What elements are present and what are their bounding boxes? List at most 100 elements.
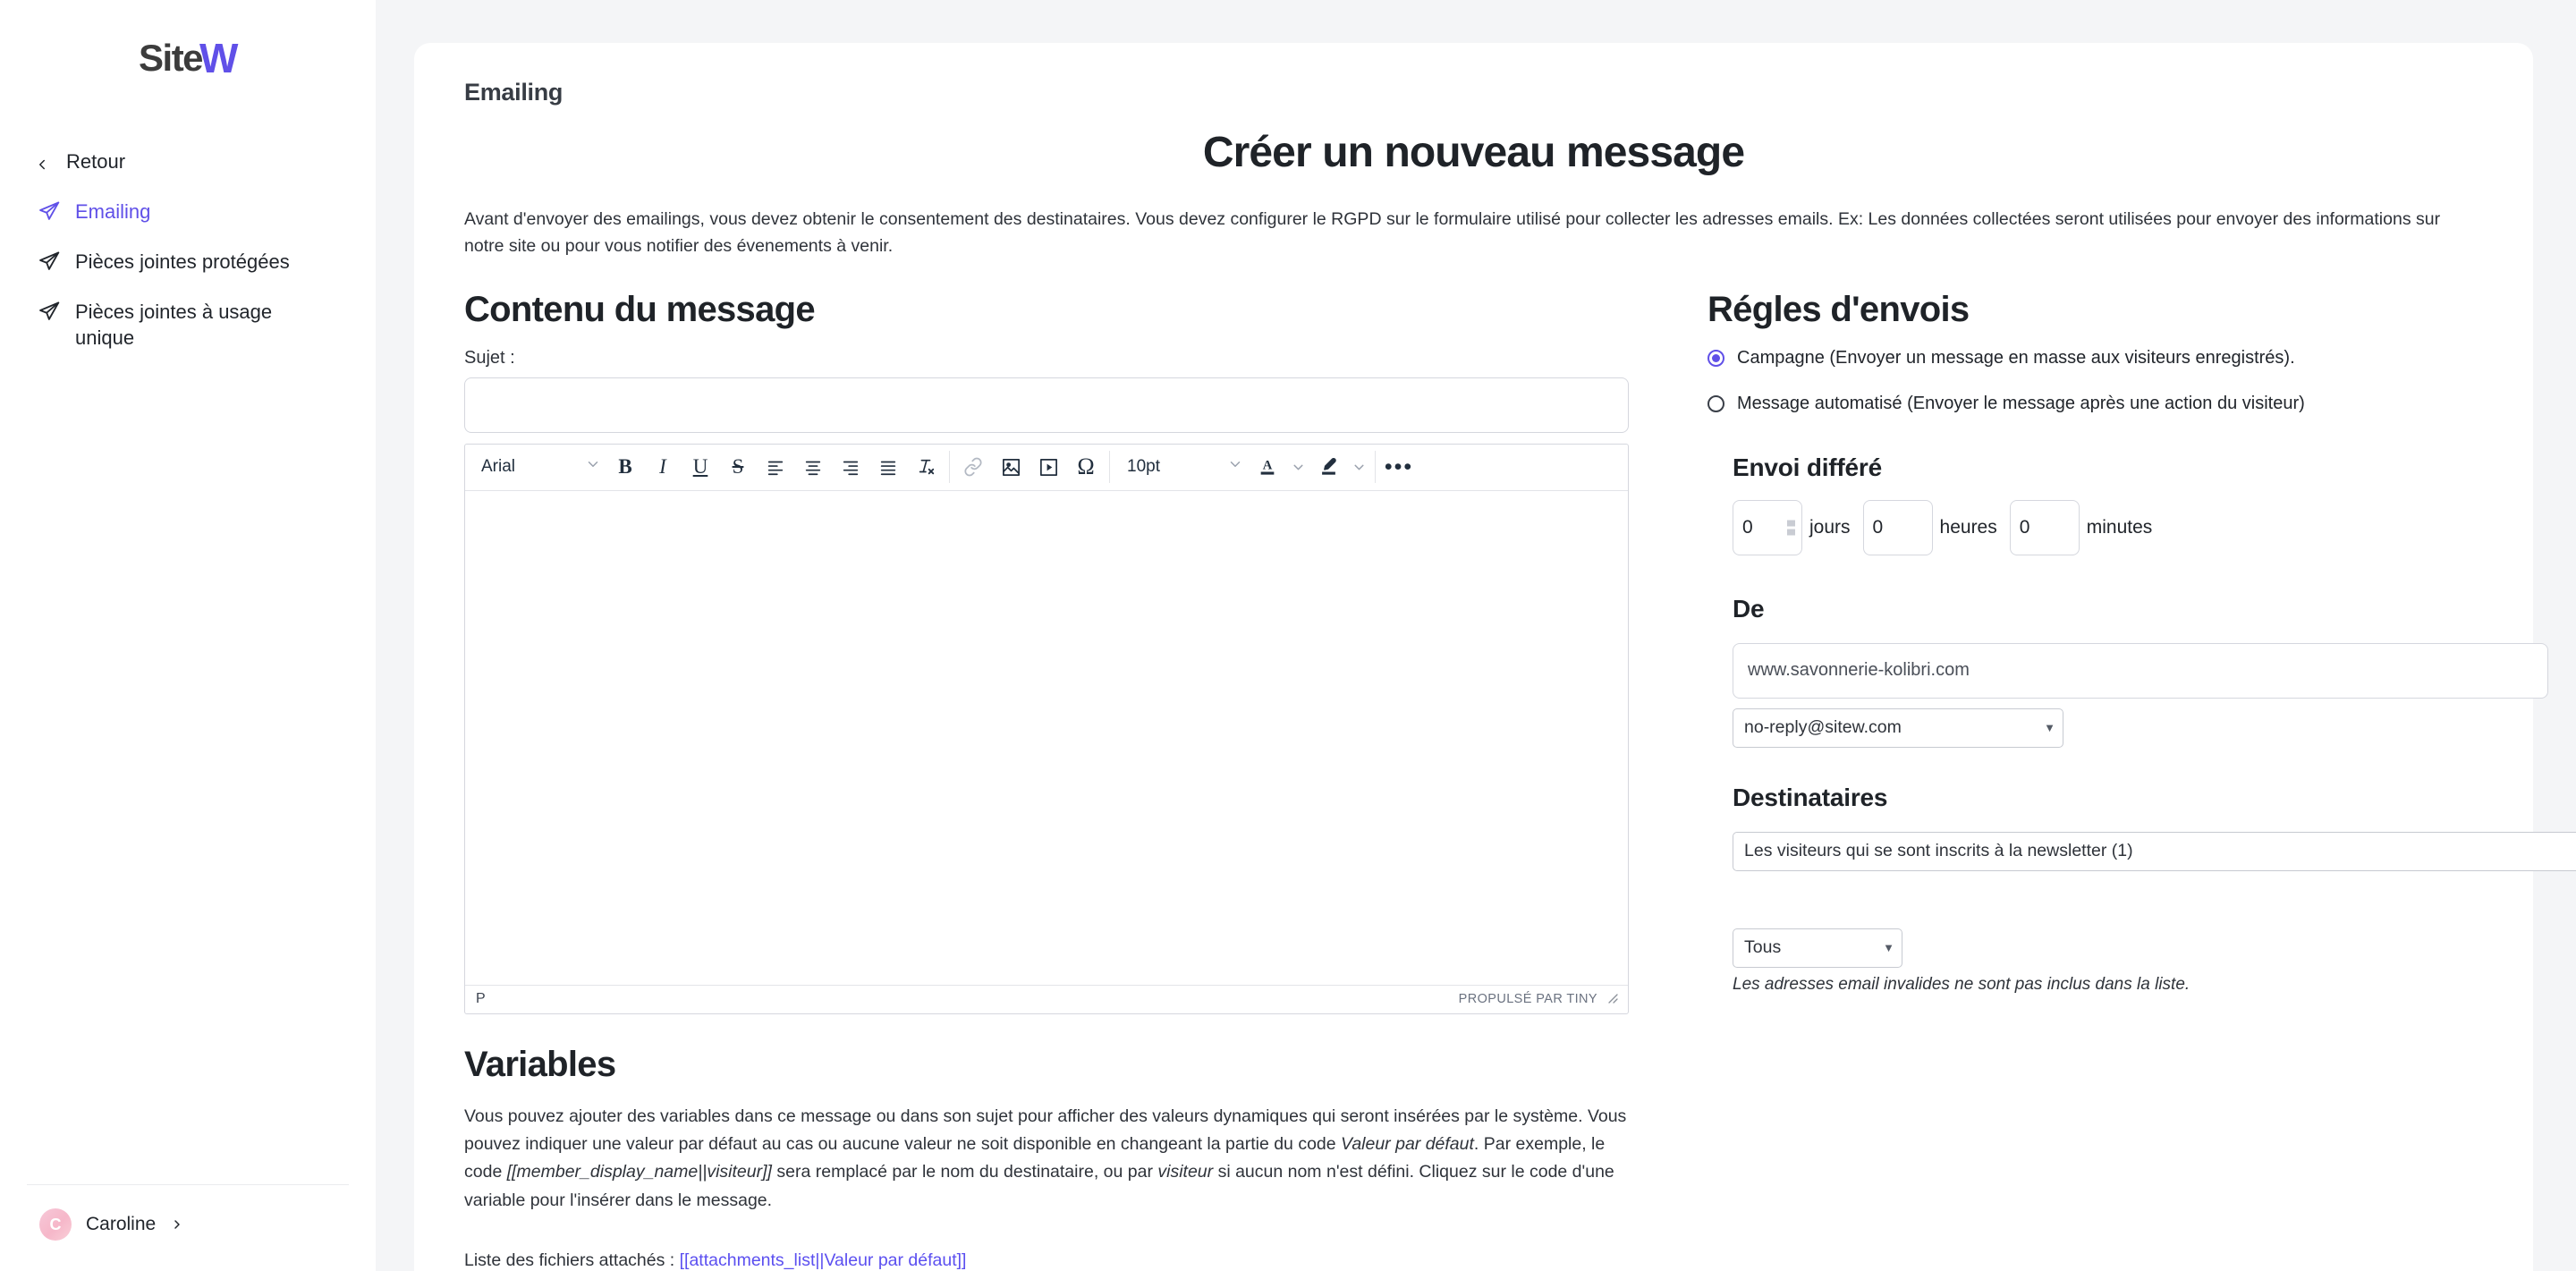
status-right: PROPULSÉ PAR TINY (1459, 992, 1621, 1006)
delay-row: 0 jours 0 heures 0 minutes (1733, 499, 2576, 555)
special-character-button[interactable]: Ω (1067, 450, 1105, 484)
highlight-color-group (1309, 450, 1370, 484)
chevron-down-icon (585, 456, 601, 478)
delay-days-input[interactable]: 0 (1733, 499, 1802, 555)
align-right-button[interactable] (832, 450, 869, 484)
caret-down-icon: ▼ (2044, 721, 2055, 735)
delay-minutes-value: 0 (2019, 516, 2030, 538)
delay-hours-unit: heures (1939, 516, 1997, 538)
recipients-filter-value: Tous (1744, 937, 1782, 958)
subject-input[interactable] (464, 377, 1629, 433)
intro-text: Avant d'envoyer des emailings, vous deve… (464, 209, 2441, 257)
omega-icon: Ω (1077, 453, 1095, 480)
recipients-filter-select[interactable]: Tous ▼ (1733, 928, 1902, 968)
spinner-icon[interactable] (1787, 520, 1795, 536)
sidebar-item-emailing[interactable]: Emailing (0, 186, 376, 236)
radio-automated-indicator (1707, 394, 1724, 412)
align-justify-button[interactable] (869, 450, 907, 484)
variables-description: Vous pouvez ajouter des variables dans c… (464, 1103, 1627, 1215)
user-menu[interactable]: C Caroline (27, 1184, 349, 1271)
toolbar-divider (1109, 451, 1110, 484)
delay-minutes-input[interactable]: 0 (2009, 499, 2080, 555)
resize-handle-icon[interactable] (1606, 992, 1621, 1006)
delay-hours-input[interactable]: 0 (1862, 499, 1933, 555)
text-color-button[interactable]: A (1249, 450, 1286, 484)
sidebar-item-back[interactable]: Retour (0, 136, 376, 186)
logo-text-accent: W (199, 35, 238, 81)
attachments-label: Liste des fichiers attachés : (464, 1250, 680, 1270)
delay-heading: Envoi différé (1733, 453, 1882, 481)
content-heading: Contenu du message (464, 289, 816, 329)
radio-option-automated[interactable]: Message automatisé (Envoyer le message a… (1707, 394, 2576, 414)
strikethrough-button[interactable]: S (719, 450, 757, 484)
caret-down-icon: ▼ (1883, 941, 1894, 955)
element-path[interactable]: P (476, 991, 486, 1007)
editor-body[interactable] (465, 490, 1628, 985)
more-button[interactable]: ••• (1380, 450, 1418, 484)
rich-text-editor: Arial B I U S Ω 10pt A ••• P PROPULSÉ PA… (464, 443, 1629, 1014)
font-family-select[interactable]: Arial (469, 450, 606, 484)
text-color-group: A (1249, 450, 1309, 484)
sidebar: Site W Retour Emailing Pièces jointes pr… (0, 0, 376, 1271)
font-family-value: Arial (481, 457, 516, 477)
sidebar-item-protected-attachments-label: Pièces jointes protégées (75, 250, 290, 274)
from-email-select[interactable]: no-reply@sitew.com ▼ (1733, 708, 2063, 748)
chevron-left-icon (34, 153, 50, 170)
text-color-caret[interactable] (1286, 450, 1309, 484)
highlight-color-caret[interactable] (1347, 450, 1370, 484)
from-heading: De (1733, 594, 1765, 623)
recipients-list-select[interactable]: Les visiteurs qui se sont inscrits à la … (1733, 831, 2576, 871)
subject-label: Sujet : (464, 347, 515, 368)
bold-label: B (618, 455, 632, 479)
attachments-variable-link[interactable]: [[attachments_list||Valeur par défaut]] (680, 1250, 967, 1270)
editor-toolbar: Arial B I U S Ω 10pt A ••• (465, 445, 1628, 491)
delay-hours-value: 0 (1872, 516, 1884, 538)
recipients-heading: Destinataires (1733, 783, 1888, 811)
highlight-color-button[interactable] (1309, 450, 1347, 484)
underline-button[interactable]: U (682, 450, 719, 484)
sending-rules-column: Régles d'envois Campagne (Envoyer un mes… (1699, 277, 2576, 1271)
sidebar-nav: Retour Emailing Pièces jointes protégées… (0, 136, 376, 362)
variables-visitor-emphasis: visiteur (1157, 1162, 1214, 1182)
link-button[interactable] (954, 450, 992, 484)
from-email-value: no-reply@sitew.com (1744, 717, 1902, 738)
italic-button[interactable]: I (644, 450, 682, 484)
message-content-column: Contenu du message Sujet : Arial B I U S… (464, 277, 1699, 1271)
insert-media-button[interactable] (1030, 450, 1067, 484)
sidebar-item-single-use-attachments[interactable]: Pièces jointes à usage unique (0, 286, 376, 362)
align-left-button[interactable] (757, 450, 794, 484)
page-card: Emailing Créer un nouveau message Avant … (414, 43, 2576, 1271)
radio-option-automated-label: Message automatisé (Envoyer le message a… (1737, 393, 2305, 413)
delay-days-value: 0 (1742, 516, 1753, 538)
variables-code-emphasis: [[member_display_name||visiteur]] (506, 1162, 772, 1182)
from-site-input[interactable] (1733, 642, 2548, 699)
font-size-value: 10pt (1127, 457, 1160, 477)
align-center-button[interactable] (794, 450, 832, 484)
sidebar-item-protected-attachments[interactable]: Pièces jointes protégées (0, 236, 376, 286)
paper-plane-icon (38, 300, 61, 323)
variables-para-3: sera remplacé par le nom du destinataire… (771, 1162, 1158, 1182)
logo[interactable]: Site W (0, 0, 376, 116)
editor-status-bar: P PROPULSÉ PAR TINY (465, 984, 1628, 1013)
more-label: ••• (1384, 453, 1414, 479)
font-size-select[interactable]: 10pt (1114, 450, 1249, 484)
delay-days-unit: jours (1809, 516, 1851, 538)
tiny-brand-label[interactable]: PROPULSÉ PAR TINY (1459, 992, 1597, 1006)
columns: Contenu du message Sujet : Arial B I U S… (464, 277, 2576, 1271)
radio-option-campaign[interactable]: Campagne (Envoyer un message en masse au… (1707, 348, 2576, 369)
page-title: Créer un nouveau message (1202, 129, 1745, 176)
insert-image-button[interactable] (992, 450, 1030, 484)
rules-heading: Régles d'envois (1707, 289, 1970, 329)
clear-formatting-button[interactable] (907, 450, 945, 484)
underline-label: U (692, 455, 708, 479)
app-root: Site W Retour Emailing Pièces jointes pr… (0, 0, 2576, 1271)
italic-label: I (659, 455, 666, 479)
user-name: Caroline (86, 1214, 157, 1234)
radio-option-campaign-label: Campagne (Envoyer un message en masse au… (1737, 347, 2295, 368)
toolbar-divider (949, 451, 950, 484)
chevron-down-icon (1227, 456, 1243, 478)
paper-plane-icon (38, 250, 61, 273)
bold-button[interactable]: B (606, 450, 644, 484)
radio-campaign-indicator (1707, 349, 1724, 367)
